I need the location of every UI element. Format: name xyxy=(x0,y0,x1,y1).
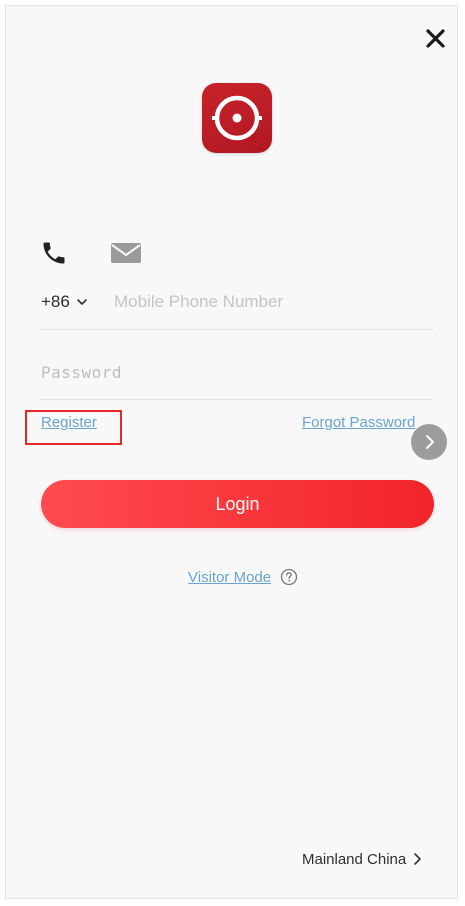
region-label: Mainland China xyxy=(302,850,407,868)
phone-icon xyxy=(43,242,65,264)
close-button[interactable] xyxy=(420,22,452,54)
chevron-right-icon xyxy=(426,435,434,449)
chevron-down-icon xyxy=(77,299,87,305)
chevron-right-icon xyxy=(414,853,422,865)
visitor-mode-row: Visitor Mode xyxy=(188,566,298,588)
email-icon xyxy=(111,243,141,263)
help-icon[interactable] xyxy=(280,568,298,586)
app-logo-icon xyxy=(212,95,262,141)
register-link[interactable]: Register xyxy=(41,414,97,431)
app-logo xyxy=(202,83,272,153)
password-input[interactable] xyxy=(41,357,431,387)
password-divider xyxy=(40,399,433,400)
phone-login-tab[interactable] xyxy=(40,239,68,267)
region-selector[interactable]: Mainland China xyxy=(302,848,422,870)
country-code-label: +86 xyxy=(41,292,70,311)
phone-divider xyxy=(40,329,433,330)
close-icon xyxy=(426,29,445,48)
visitor-mode-link[interactable]: Visitor Mode xyxy=(188,569,271,586)
floating-assist-button[interactable] xyxy=(411,424,447,460)
country-code-selector[interactable]: +86 xyxy=(41,289,88,315)
phone-number-input[interactable] xyxy=(114,287,430,317)
login-button[interactable]: Login xyxy=(41,480,434,528)
email-login-tab[interactable] xyxy=(109,240,143,266)
